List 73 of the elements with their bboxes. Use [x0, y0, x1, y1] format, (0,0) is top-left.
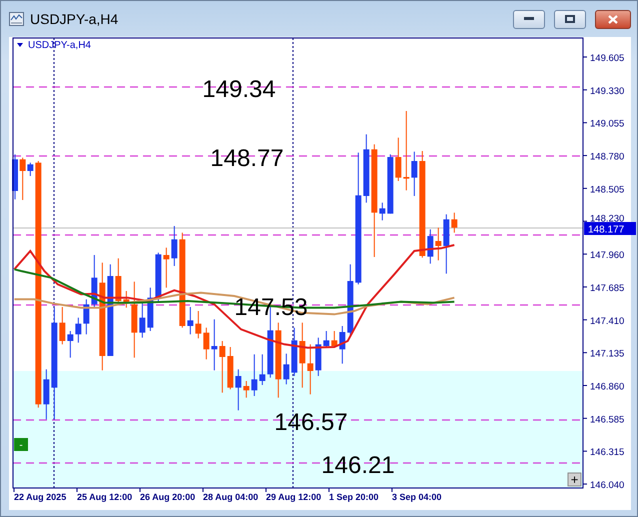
- candle: [411, 151, 418, 196]
- price-axis-label: 148.230: [590, 213, 624, 224]
- candle: [331, 330, 338, 348]
- candle: [219, 340, 226, 394]
- price-axis-label: 149.055: [590, 118, 624, 130]
- candle: [147, 287, 154, 332]
- price-axis-label: 146.585: [590, 414, 624, 426]
- candle: [307, 344, 314, 395]
- candle: [43, 368, 50, 420]
- price-axis-label: 149.605: [590, 53, 624, 64]
- candle: [291, 327, 298, 376]
- zoom-button[interactable]: +: [568, 472, 582, 487]
- dropdown-triangle-icon[interactable]: [17, 43, 23, 47]
- candle: [315, 337, 322, 376]
- level-price-label: 149.34: [202, 76, 276, 103]
- candle: [211, 318, 218, 371]
- candle: [451, 212, 458, 234]
- collapse-button[interactable]: -: [14, 438, 28, 451]
- current-price-tag: 148.177: [584, 222, 636, 236]
- candle: [83, 298, 90, 335]
- candle: [299, 322, 306, 388]
- price-axis-label: 149.330: [590, 86, 624, 97]
- time-axis-label: 29 Aug 12:00: [266, 492, 322, 502]
- candle: [12, 154, 18, 200]
- candle: [139, 302, 146, 338]
- time-axis-label: 25 Aug 12:00: [77, 492, 132, 502]
- candle: [323, 330, 330, 348]
- minimize-button[interactable]: [513, 10, 545, 28]
- candle: [123, 290, 130, 308]
- minimize-icon: [524, 17, 534, 21]
- candle: [75, 317, 82, 344]
- candle: [163, 247, 170, 288]
- time-axis-label: 28 Aug 04:00: [203, 492, 258, 502]
- price-axis-label: 147.135: [590, 348, 624, 360]
- candle: [283, 353, 290, 385]
- price-axis-label: 148.505: [590, 184, 624, 196]
- candle: [427, 228, 434, 264]
- time-axis-label: 1 Sep 20:00: [329, 492, 379, 502]
- candle: [187, 306, 194, 335]
- candle: [67, 330, 74, 358]
- candle: [379, 202, 386, 221]
- candle: [339, 326, 346, 364]
- candle: [227, 346, 234, 390]
- close-button[interactable]: [595, 10, 631, 28]
- price-axis-label: 148.780: [590, 152, 624, 163]
- candle: [235, 368, 242, 411]
- restore-icon: [565, 15, 575, 23]
- candle: [443, 214, 450, 274]
- time-axis-label: 22 Aug 2025: [14, 492, 66, 502]
- window-title: USDJPY-a,H4: [30, 11, 120, 27]
- price-axis-label: 146.315: [590, 447, 624, 458]
- maximize-button[interactable]: [554, 10, 586, 28]
- candle: [91, 254, 98, 308]
- candle: [395, 137, 402, 182]
- candle: [195, 310, 202, 339]
- candle: [259, 354, 266, 386]
- symbol-label: USDJPY-a,H4: [28, 40, 91, 51]
- close-icon: [608, 14, 618, 24]
- candle: [243, 380, 250, 398]
- candle: [251, 354, 258, 396]
- candle: [171, 226, 178, 266]
- candle: [203, 327, 210, 360]
- chart-window-icon: [9, 12, 24, 26]
- price-axis-label: 146.860: [590, 382, 624, 392]
- time-axis-label: 3 Sep 04:00: [392, 492, 442, 502]
- price-axis-label: 147.410: [590, 316, 624, 327]
- price-axis-label: 147.685: [590, 282, 624, 294]
- price-axis-label: 146.040: [590, 480, 624, 492]
- candle: [59, 306, 66, 345]
- price-axis-label: 147.960: [590, 250, 624, 262]
- candle: [435, 227, 442, 261]
- candle: [363, 134, 370, 204]
- time-axis-label: 26 Aug 20:00: [140, 492, 196, 502]
